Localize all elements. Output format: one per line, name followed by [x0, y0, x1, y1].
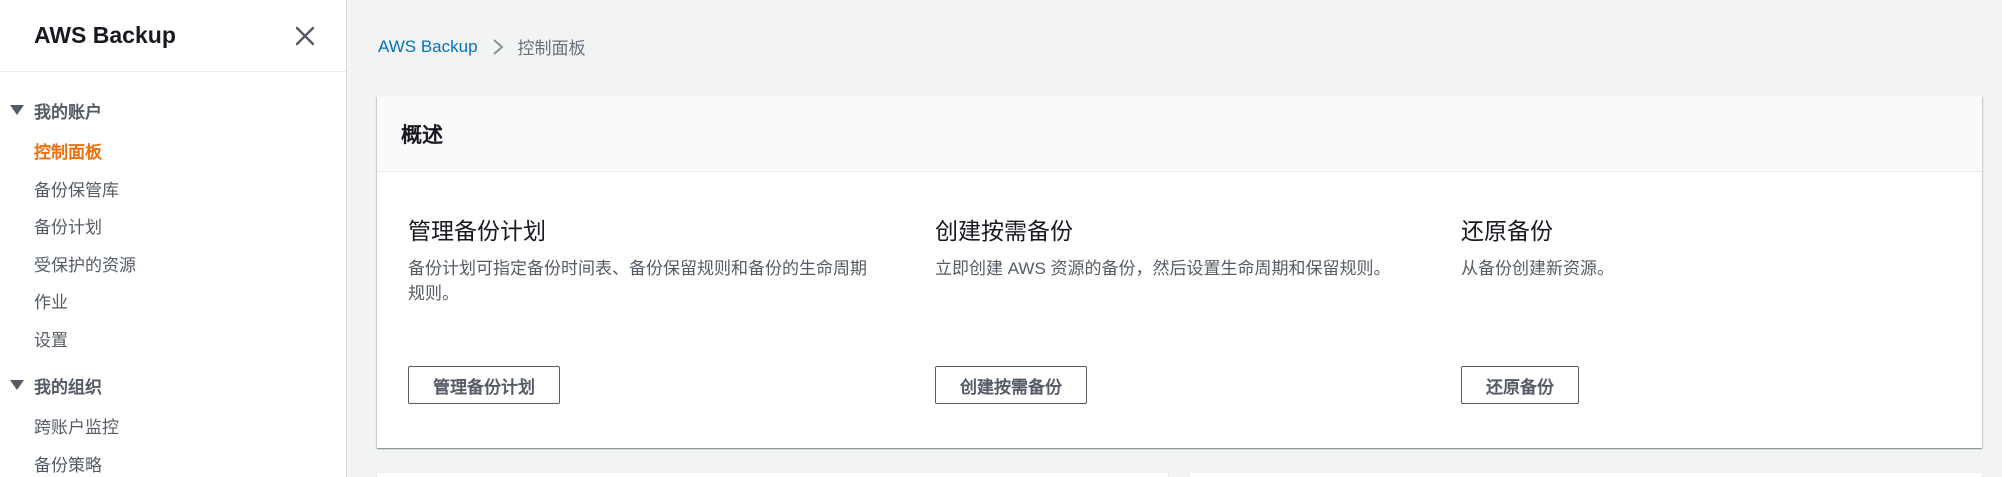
column-description: 备份计划可指定备份时间表、备份保留规则和备份的生命周期规则。	[408, 259, 867, 303]
nav-group-label: 我的账户	[34, 102, 102, 122]
column-title: 还原备份	[1461, 218, 1553, 244]
manage-backup-plans-button[interactable]: 管理备份计划	[408, 366, 560, 404]
main-content: AWS Backup 控制面板 概述 管理备份计划 备份计划可指定备份时间表、备…	[348, 0, 2002, 477]
sidebar-item-jobs[interactable]: 作业	[0, 282, 346, 320]
sidebar-header: AWS Backup	[0, 0, 346, 72]
lower-panel-right	[1190, 473, 1982, 477]
overview-panel-header: 概述	[377, 96, 1982, 172]
breadcrumb: AWS Backup 控制面板	[378, 34, 586, 59]
sidebar-item-dashboard[interactable]: 控制面板	[0, 132, 346, 170]
breadcrumb-current: 控制面板	[517, 39, 586, 58]
nav-group-label: 我的组织	[34, 377, 102, 397]
side-navigation: AWS Backup 我的账户 控制面板 备份保管库 备份计划 受保护的资源 作…	[0, 0, 347, 477]
column-manage-backup-plans: 管理备份计划 备份计划可指定备份时间表、备份保留规则和备份的生命周期规则。	[408, 212, 878, 306]
nav-group-my-account: 我的账户 控制面板 备份保管库 备份计划 受保护的资源 作业 设置	[0, 98, 346, 357]
nav-group-header-my-account[interactable]: 我的账户	[0, 98, 346, 122]
column-description: 立即创建 AWS 资源的备份，然后设置生命周期和保留规则。	[935, 259, 1391, 278]
close-icon[interactable]	[290, 21, 320, 51]
chevron-right-icon	[492, 38, 504, 56]
caret-down-icon	[10, 380, 24, 390]
overview-panel: 概述 管理备份计划 备份计划可指定备份时间表、备份保留规则和备份的生命周期规则。…	[377, 96, 1982, 448]
column-title: 创建按需备份	[935, 218, 1073, 244]
sidebar-item-cross-account-monitoring[interactable]: 跨账户监控	[0, 407, 346, 445]
column-create-on-demand-backup: 创建按需备份 立即创建 AWS 资源的备份，然后设置生命周期和保留规则。	[935, 212, 1405, 281]
create-on-demand-backup-button[interactable]: 创建按需备份	[935, 366, 1087, 404]
nav-group-my-organization: 我的组织 跨账户监控 备份策略	[0, 373, 346, 477]
sidebar-title[interactable]: AWS Backup	[34, 22, 176, 49]
sidebar-item-backup-plans[interactable]: 备份计划	[0, 207, 346, 245]
overview-title: 概述	[401, 123, 443, 147]
column-restore-backup: 还原备份 从备份创建新资源。	[1461, 212, 1931, 281]
lower-panel-left	[377, 473, 1168, 477]
restore-backup-button[interactable]: 还原备份	[1461, 366, 1579, 404]
sidebar-item-settings[interactable]: 设置	[0, 320, 346, 358]
sidebar-item-protected-resources[interactable]: 受保护的资源	[0, 245, 346, 283]
nav-group-header-my-organization[interactable]: 我的组织	[0, 373, 346, 397]
column-description: 从备份创建新资源。	[1461, 259, 1614, 278]
column-title: 管理备份计划	[408, 218, 546, 244]
caret-down-icon	[10, 105, 24, 115]
sidebar-item-backup-vaults[interactable]: 备份保管库	[0, 170, 346, 208]
sidebar-item-backup-policies[interactable]: 备份策略	[0, 445, 346, 477]
breadcrumb-root-link[interactable]: AWS Backup	[378, 37, 478, 57]
